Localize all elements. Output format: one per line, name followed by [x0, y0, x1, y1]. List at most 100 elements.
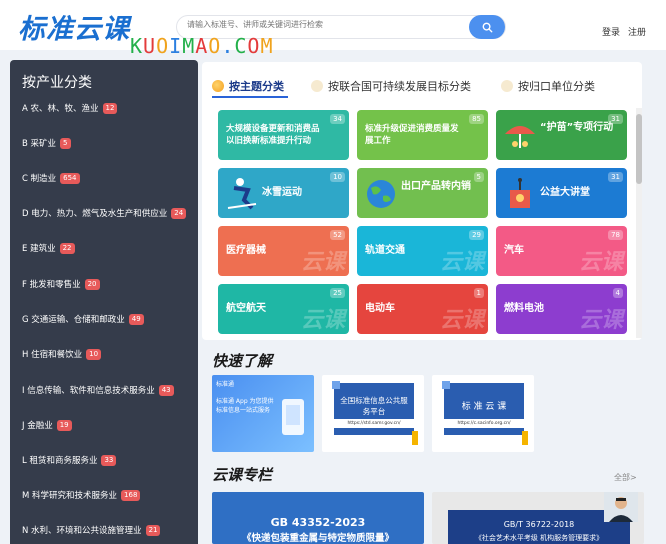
count-badge: 19 — [56, 419, 72, 431]
sidebar-item-c[interactable]: C 制造业 654 — [22, 172, 80, 184]
umbrella-icon — [505, 126, 535, 148]
standard-code: GB/T 36722-2018 — [503, 520, 575, 529]
cards-scrollbar[interactable] — [636, 108, 642, 338]
sidebar-item-n[interactable]: N 水利、环境和公共设施管理业 21 — [22, 524, 161, 536]
theme-card[interactable]: 汽车 云课 78 — [496, 226, 627, 276]
theme-card[interactable]: 标准升级促进消费质量发展工作 85 — [357, 110, 488, 160]
count-badge: 168 — [121, 489, 141, 501]
quick-card-title: 标准通 App 为您提供标准信息一站式服务 — [216, 398, 274, 414]
sidebar-title: 按产业分类 — [22, 75, 92, 91]
sidebar-item-m[interactable]: M 科学研究和技术服务业 168 — [22, 489, 141, 501]
count-badge: 22 — [59, 242, 75, 254]
count-badge: 21 — [145, 524, 161, 536]
count-badge: 43 — [158, 384, 174, 396]
presenter-video — [604, 492, 638, 522]
standard-name: 《社会艺术水平考级 机构服务管理要求》 — [474, 534, 604, 542]
count-badge: 49 — [128, 313, 144, 325]
tab-by-sdg[interactable]: 按联合国可持续发展目标分类 — [311, 78, 471, 94]
count-badge: 52 — [330, 230, 345, 240]
count-badge: 31 — [608, 172, 623, 182]
count-badge: 25 — [330, 288, 345, 298]
theme-card[interactable]: 航空航天 云课 25 — [218, 284, 349, 334]
sidebar-item-a[interactable]: A 农、林、牧、渔业 12 — [22, 102, 118, 114]
card-watermark: 云课 — [578, 308, 623, 333]
sidebar-item-f[interactable]: F 批发和零售业 20 — [22, 278, 100, 290]
quick-card-app[interactable]: 标准通 标准通 App 为您提供标准信息一站式服务 — [212, 375, 314, 452]
count-badge: 10 — [86, 348, 102, 360]
tab-dot-icon — [212, 80, 224, 92]
count-badge: 5 — [473, 172, 484, 182]
count-badge: 34 — [330, 114, 345, 124]
count-badge: 31 — [608, 114, 623, 124]
sidebar-item-l[interactable]: L 租赁和商务服务业 33 — [22, 454, 117, 466]
count-badge: 5 — [60, 137, 71, 149]
tab-dot-icon — [501, 80, 513, 92]
card-watermark: 云课 — [578, 250, 623, 275]
count-badge: 10 — [330, 172, 345, 182]
app-label: 标准通 — [216, 381, 235, 388]
column-card[interactable]: GB 43352-2023 《快递包装重金属与特定物质限量》 — [212, 492, 424, 544]
card-watermark: 云课 — [439, 250, 484, 275]
theme-card[interactable]: 冰雪运动 10 — [218, 168, 349, 218]
top-header: 标准云课 登录 注册 — [0, 0, 666, 50]
quick-section-title: 快速了解 — [212, 352, 273, 370]
sidebar-item-d[interactable]: D 电力、热力、燃气及水生产和供应业 24 — [22, 207, 187, 219]
search-icon — [482, 22, 492, 32]
count-badge: 12 — [102, 102, 118, 114]
quick-card-yunke[interactable]: 标 准 云 课 https://c.sacinfo.org.cn/ — [432, 375, 534, 452]
sidebar-item-g[interactable]: G 交通运输、仓储和邮政业 49 — [22, 313, 144, 325]
count-badge: 24 — [171, 207, 187, 219]
view-all-link[interactable]: 全部> — [614, 472, 637, 483]
quick-card-title: 全国标准信息公共服务平台 — [340, 396, 408, 416]
count-badge: 20 — [84, 278, 100, 290]
sidebar-item-b[interactable]: B 采矿业 5 — [22, 137, 71, 149]
skier-icon — [227, 178, 257, 210]
watermark-text: KUOIMAO.COM — [130, 34, 274, 58]
theme-card[interactable]: 电动车 云课 1 — [357, 284, 488, 334]
tab-by-theme[interactable]: 按主题分类 — [212, 78, 284, 94]
column-section-title: 云课专栏 — [212, 466, 273, 484]
theme-card[interactable]: “护苗”专项行动 31 — [496, 110, 627, 160]
podium-icon — [510, 178, 530, 208]
quick-card-url: https://c.sacinfo.org.cn/ — [444, 419, 524, 428]
card-watermark: 云课 — [300, 250, 345, 275]
theme-card[interactable]: 公益大讲堂 31 — [496, 168, 627, 218]
globe-icon — [367, 180, 395, 208]
theme-card[interactable]: 医疗器械 云课 52 — [218, 226, 349, 276]
card-watermark: 云课 — [439, 308, 484, 333]
count-badge: 4 — [612, 288, 623, 298]
industry-sidebar: 按产业分类 A 农、林、牧、渔业 12 B 采矿业 5 C 制造业 654 D 电力、… — [10, 60, 198, 544]
sidebar-item-e[interactable]: E 建筑业 22 — [22, 242, 75, 254]
count-badge: 85 — [469, 114, 484, 124]
count-badge: 654 — [60, 172, 80, 184]
quick-card-std-platform[interactable]: 全国标准信息公共服务平台 https://std.samr.gov.cn/ — [322, 375, 424, 452]
theme-card[interactable]: 轨道交通 云课 29 — [357, 226, 488, 276]
phone-illustration-icon — [282, 399, 304, 435]
search-input[interactable] — [187, 20, 457, 29]
site-logo[interactable]: 标准云课 — [18, 7, 130, 46]
sidebar-item-j[interactable]: J 金融业 19 — [22, 419, 72, 431]
search-button[interactable] — [469, 15, 505, 39]
standard-name: 《快递包装重金属与特定物质限量》 — [241, 533, 394, 544]
scroll-thumb[interactable] — [636, 114, 642, 184]
count-badge: 29 — [469, 230, 484, 240]
theme-card[interactable]: 出口产品转内销 5 — [357, 168, 488, 218]
login-link[interactable]: 登录 — [602, 25, 620, 38]
theme-card[interactable]: 大规模设备更新和消费品以旧换新标准提升行动 34 — [218, 110, 349, 160]
person-icon — [609, 497, 633, 522]
tab-dot-icon — [311, 80, 323, 92]
count-badge: 1 — [473, 288, 484, 298]
sidebar-item-i[interactable]: I 信息传输、软件和信息技术服务业 43 — [22, 384, 174, 396]
theme-card[interactable]: 燃料电池 云课 4 — [496, 284, 627, 334]
quick-card-title: 标 准 云 课 — [461, 402, 507, 412]
standard-code: GB 43352-2023 — [270, 516, 366, 529]
active-tab-indicator — [212, 96, 288, 98]
register-link[interactable]: 注册 — [628, 25, 646, 38]
count-badge: 33 — [101, 454, 117, 466]
card-watermark: 云课 — [300, 308, 345, 333]
tab-by-unit[interactable]: 按归口单位分类 — [501, 78, 595, 94]
sidebar-item-h[interactable]: H 住宿和餐饮业 10 — [22, 348, 102, 360]
count-badge: 78 — [608, 230, 623, 240]
quick-card-url: https://std.samr.gov.cn/ — [334, 419, 414, 428]
column-card[interactable]: GB/T 36722-2018 《社会艺术水平考级 机构服务管理要求》 — [432, 492, 644, 544]
